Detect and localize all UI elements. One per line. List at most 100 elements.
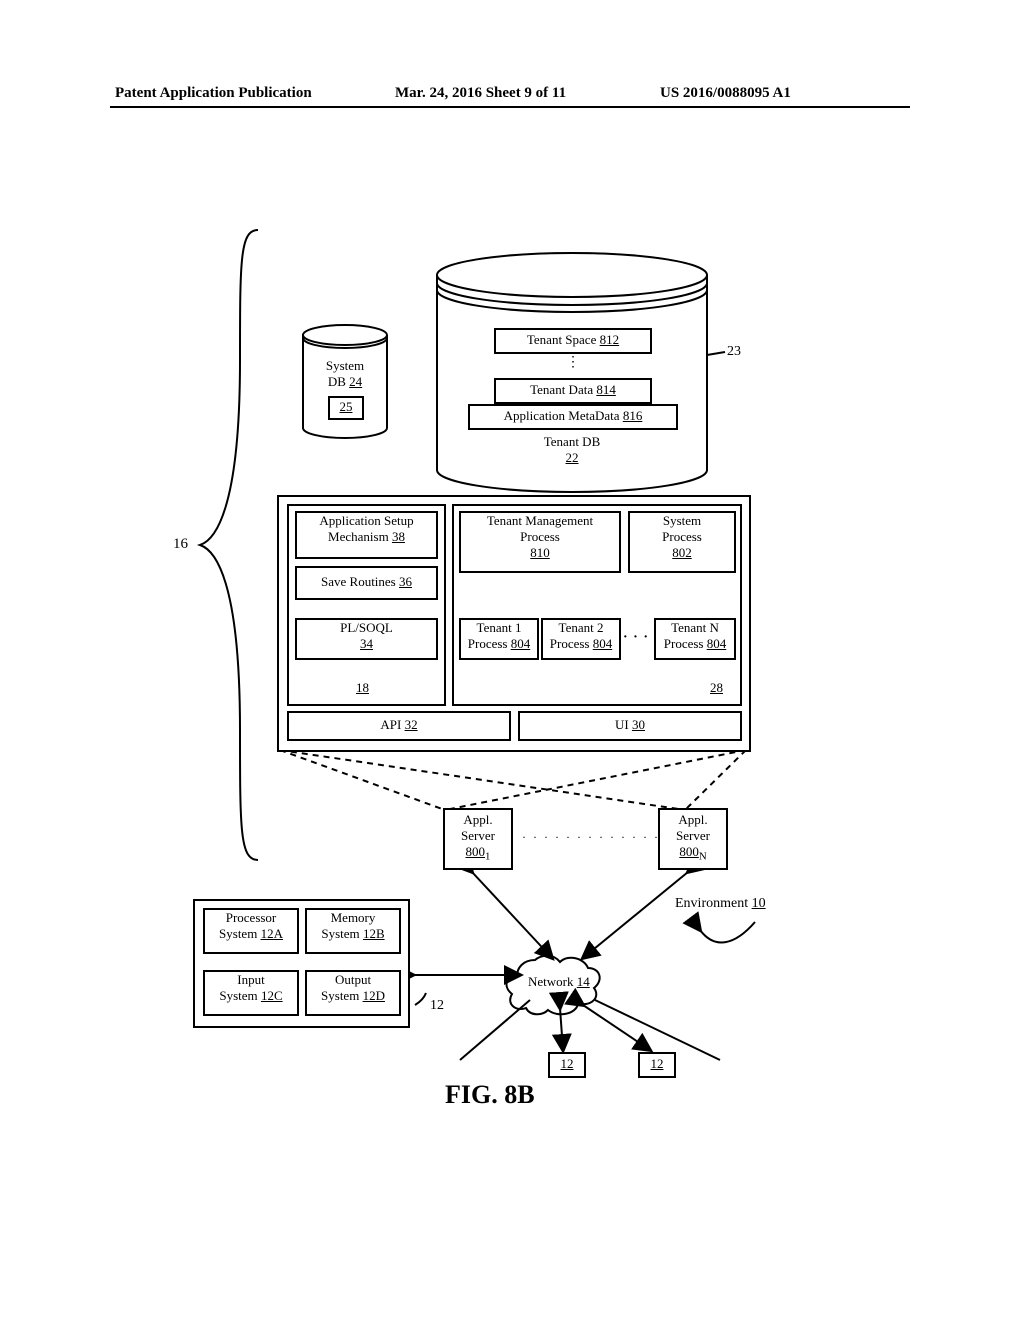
leader-12 (415, 993, 426, 1005)
output-box: Output System 12D (305, 970, 401, 1016)
fan-line-left2 (445, 750, 746, 810)
inp-l2: System (219, 988, 257, 1003)
tenant-data-ref: 814 (596, 382, 616, 397)
proc-l2: System (219, 926, 257, 941)
cloud-ray-l2 (460, 1000, 530, 1060)
right-panel-ref: 28 (710, 680, 723, 696)
server1-ref: 800 (466, 844, 486, 859)
mem-ref: 12B (363, 926, 385, 941)
app-metadata-box: Application MetaData 816 (468, 404, 678, 430)
plsoql-ref: 34 (360, 636, 373, 651)
sp-ref: 802 (672, 545, 692, 560)
client-node-a-ref: 12 (561, 1056, 574, 1071)
cloud-ray-r2 (595, 1000, 720, 1060)
callout-23: 23 (727, 344, 741, 360)
arrow-server1-network (472, 872, 552, 958)
out-ref: 12D (363, 988, 385, 1003)
t1-l1: Tenant 1 (477, 620, 522, 635)
tenant-space-ref: 812 (600, 332, 620, 347)
left-panel-ref: 18 (356, 680, 369, 696)
brace-label-16: 16 (173, 536, 188, 553)
serverN-ref: 800 (679, 844, 699, 859)
brace-16-icon (200, 230, 258, 860)
mem-l1: Memory (331, 910, 376, 925)
tenant-dots: · · · (623, 630, 649, 646)
tenant-data-label: Tenant Data (530, 382, 593, 397)
environment-label: Environment 10 (675, 896, 766, 912)
system-db-title: System (326, 358, 364, 373)
network-text: Network (528, 974, 574, 989)
inp-ref: 12C (261, 988, 283, 1003)
ui-label: UI (615, 717, 629, 732)
system-db-inner-box: 25 (328, 396, 364, 420)
save-routines-ref: 36 (399, 574, 412, 589)
out-l1: Output (335, 972, 371, 987)
memory-box: Memory System 12B (305, 908, 401, 954)
tenantN-box: Tenant N Process 804 (654, 618, 736, 660)
tmp-l2: Process (520, 529, 560, 544)
appl-server-n: Appl. Server 800N (658, 808, 728, 870)
proc-l1: Processor (226, 910, 277, 925)
input-box: Input System 12C (203, 970, 299, 1016)
system-db-label: System DB 24 (310, 358, 380, 390)
serverN-l1: Appl. (678, 812, 707, 827)
tenant-db-ref: 22 (566, 450, 579, 465)
tn-l2: Process (664, 636, 704, 651)
network-label: Network 14 (528, 974, 590, 990)
system-db-ref: 24 (349, 374, 362, 389)
t1-l2: Process (468, 636, 508, 651)
plsoql-box: PL/SOQL 34 (295, 618, 438, 660)
right-panel-ref-text: 28 (710, 680, 723, 695)
client-node-a: 12 (548, 1052, 586, 1078)
sp-l2: Process (662, 529, 702, 544)
app-setup-ref: 38 (392, 529, 405, 544)
tn-l1: Tenant N (671, 620, 719, 635)
sp-box: System Process 802 (628, 511, 736, 573)
t2-l2: Process (550, 636, 590, 651)
server-dots: · · · · · · · · · · · · · · (522, 830, 671, 845)
env-ref: 10 (752, 896, 766, 911)
tenant-db-label: Tenant DB 22 (500, 434, 644, 466)
tenant-db-vdots: ⋮ (566, 354, 582, 371)
arrow-client12-b (583, 1005, 650, 1050)
tenant-db-title: Tenant DB (544, 434, 601, 449)
tenant-space-label: Tenant Space (527, 332, 596, 347)
fan-line-left1 (280, 750, 445, 810)
mem-l2: System (321, 926, 359, 941)
tenant1-box: Tenant 1 Process 804 (459, 618, 539, 660)
save-routines-box: Save Routines 36 (295, 566, 438, 600)
ui-ref: 30 (632, 717, 645, 732)
tenant-data-box: Tenant Data 814 (494, 378, 652, 404)
tmp-ref: 810 (530, 545, 550, 560)
appl-server-1: Appl. Server 8001 (443, 808, 513, 870)
system-db-inner-ref: 25 (340, 399, 353, 414)
ui-box: UI 30 (518, 711, 742, 741)
callout-12: 12 (430, 998, 444, 1014)
serverN-sub: N (699, 851, 707, 863)
app-setup-l1: Application Setup (319, 513, 413, 528)
arrow-env10 (700, 922, 755, 942)
env-text: Environment (675, 896, 748, 911)
fan-line-right1 (280, 750, 685, 810)
api-label: API (380, 717, 401, 732)
processor-box: Processor System 12A (203, 908, 299, 954)
server1-l2: Server (461, 828, 495, 843)
inp-l1: Input (237, 972, 264, 987)
client-node-b: 12 (638, 1052, 676, 1078)
save-routines-label: Save Routines (321, 574, 396, 589)
api-box: API 32 (287, 711, 511, 741)
tmp-box: Tenant Management Process 810 (459, 511, 621, 573)
proc-ref: 12A (261, 926, 283, 941)
t1-ref: 804 (511, 636, 531, 651)
arrow-serverN-network (583, 872, 688, 958)
tenant2-box: Tenant 2 Process 804 (541, 618, 621, 660)
fan-line-right2 (685, 750, 746, 810)
app-metadata-ref: 816 (623, 408, 643, 423)
app-setup-box: Application Setup Mechanism 38 (295, 511, 438, 559)
tmp-l1: Tenant Management (487, 513, 593, 528)
t2-l1: Tenant 2 (559, 620, 604, 635)
sp-l1: System (663, 513, 701, 528)
t2-ref: 804 (593, 636, 613, 651)
api-ref: 32 (405, 717, 418, 732)
server1-l1: Appl. (463, 812, 492, 827)
